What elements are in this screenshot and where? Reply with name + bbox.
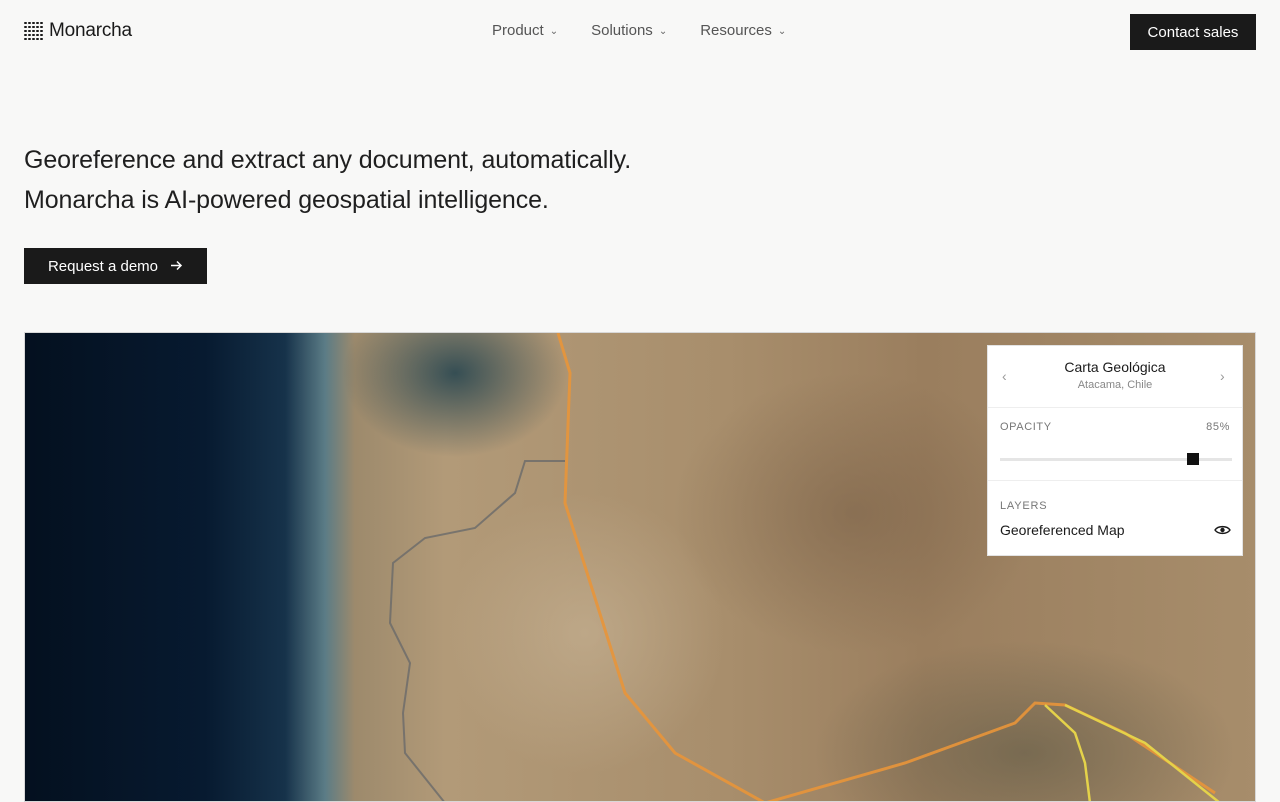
menu-solutions[interactable]: Solutions ⌄	[591, 22, 667, 39]
hero-line-1: Georeference and extract any document, a…	[24, 146, 632, 174]
menu-label: Resources	[700, 22, 772, 39]
brand-logo[interactable]: Monarcha	[24, 20, 132, 42]
brand-name: Monarcha	[49, 20, 132, 41]
menu-resources[interactable]: Resources ⌄	[700, 22, 786, 39]
arrow-right-icon	[170, 258, 183, 275]
main-menu: Product ⌄ Solutions ⌄ Resources ⌄	[492, 22, 819, 39]
menu-label: Product	[492, 22, 544, 39]
request-demo-label: Request a demo	[47, 257, 159, 275]
panel-subtitle: Atacama, Chile	[1077, 379, 1153, 391]
chevron-down-icon: ⌄	[549, 26, 559, 37]
hero-heading: Georeference and extract any document, a…	[24, 140, 631, 220]
opacity-label: OPACITY	[1000, 421, 1052, 433]
menu-label: Solutions	[591, 22, 653, 39]
dot-grid-icon	[24, 21, 43, 41]
panel-header: ‹ Carta Geológica Atacama, Chile ›	[988, 346, 1242, 408]
chevron-down-icon: ⌄	[658, 26, 668, 37]
opacity-slider[interactable]	[1000, 453, 1232, 465]
contact-sales-button[interactable]: Contact sales	[1130, 14, 1256, 50]
chevron-down-icon: ⌄	[777, 26, 787, 37]
slider-thumb[interactable]	[1187, 453, 1199, 465]
menu-product[interactable]: Product ⌄	[492, 22, 558, 39]
layers-label: LAYERS	[1000, 500, 1048, 512]
panel-title: Carta Geológica	[1064, 359, 1166, 375]
request-demo-button[interactable]: Request a demo	[24, 248, 207, 284]
hero-line-2: Monarcha is AI-powered geospatial intell…	[24, 186, 549, 214]
layer-item-georeferenced-map[interactable]: Georeferenced Map	[1000, 522, 1125, 538]
opacity-value: 85%	[1206, 421, 1230, 433]
chevron-right-icon[interactable]: ›	[1220, 368, 1225, 384]
eye-icon[interactable]	[1214, 523, 1231, 541]
opacity-row: OPACITY 85%	[1000, 421, 1230, 433]
layer-panel: ‹ Carta Geológica Atacama, Chile › OPACI…	[987, 345, 1243, 556]
top-nav: Monarcha Product ⌄ Solutions ⌄ Resources…	[0, 0, 1280, 64]
divider	[988, 480, 1242, 481]
